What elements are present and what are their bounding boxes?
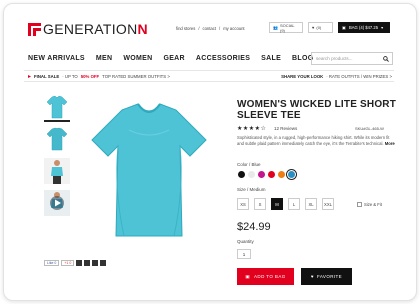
quantity-label: Quantity xyxy=(237,239,254,244)
page-frame: GENERATIONN find stores / contact / my a… xyxy=(3,3,417,301)
quantity-input[interactable]: 1 xyxy=(237,249,251,259)
color-swatches xyxy=(238,171,295,178)
nav-item-women[interactable]: WOMEN xyxy=(123,55,152,62)
size-l[interactable]: L xyxy=(288,198,300,210)
size-xs[interactable]: XS xyxy=(237,198,249,210)
sale-promo-link[interactable]: ▸ FINAL SALE · UP TO 50% OFF TOP RATED S… xyxy=(28,73,170,80)
size-xxl[interactable]: XXL xyxy=(322,198,334,210)
utility-links: find stores / contact / my account xyxy=(176,26,245,31)
facebook-like-button[interactable]: Like 0 xyxy=(44,260,60,266)
main-nav: NEW ARRIVALS MEN WOMEN GEAR ACCESSORIES … xyxy=(28,55,313,62)
star-rating: ★★★★☆ xyxy=(237,126,267,132)
brand-name: GENERATIONN xyxy=(43,21,148,37)
play-arrow-icon: ▸ xyxy=(28,73,32,80)
thumbnail-back[interactable] xyxy=(44,126,70,154)
promo-strip: ▸ FINAL SALE · UP TO 50% OFF TOP RATED S… xyxy=(24,70,394,82)
add-to-bag-button[interactable]: ▣ ADD TO BAG xyxy=(237,268,294,285)
nav-item-accessories[interactable]: ACCESSORIES xyxy=(196,55,250,62)
size-fit-link[interactable]: Size & Fit xyxy=(357,202,382,207)
facebook-icon[interactable] xyxy=(84,260,91,266)
heart-icon: ♥ xyxy=(310,274,314,279)
more-link[interactable]: More xyxy=(385,141,395,146)
color-swatch-white[interactable] xyxy=(248,171,255,178)
color-swatch-blue[interactable] xyxy=(288,171,295,178)
my-account-link[interactable]: my account xyxy=(223,26,244,31)
twitter-icon[interactable] xyxy=(76,260,83,266)
product-price: $24.99 xyxy=(237,221,271,233)
product-description: Sophisticated style, in a rugged, high-p… xyxy=(237,135,395,146)
heart-icon: ♥ xyxy=(312,25,315,30)
people-icon: 👥 xyxy=(273,25,278,30)
search-icon[interactable] xyxy=(383,56,389,62)
nav-item-sale[interactable]: SALE xyxy=(261,55,281,62)
color-swatch-black[interactable] xyxy=(238,171,245,178)
size-options: XS S M L XL XXL xyxy=(237,198,334,210)
bag-icon: ▣ xyxy=(245,273,251,279)
thumbnail-front[interactable] xyxy=(44,94,70,122)
thumbnail-list xyxy=(44,94,72,222)
thumbnail-model[interactable] xyxy=(44,158,70,186)
size-xl[interactable]: XL xyxy=(305,198,317,210)
color-label: Color / Blue xyxy=(237,162,261,167)
bag-button[interactable]: ▣ BAG (4) $47.25 ▾ xyxy=(338,22,390,33)
color-swatch-orange[interactable] xyxy=(278,171,285,178)
size-fit-checkbox[interactable] xyxy=(357,202,362,207)
reviews-link[interactable]: 12 Reviews xyxy=(274,126,297,131)
size-s[interactable]: S xyxy=(254,198,266,210)
nav-item-gear[interactable]: GEAR xyxy=(163,55,184,62)
logo-mark-icon xyxy=(28,22,41,36)
contact-link[interactable]: contact xyxy=(203,26,217,31)
email-icon[interactable] xyxy=(100,260,107,266)
search-input[interactable]: search products... xyxy=(311,52,393,65)
find-stores-link[interactable]: find stores xyxy=(176,26,195,31)
share-look-link[interactable]: SHARE YOUR LOOK · RATE OUTFITS / WIN PRI… xyxy=(281,74,392,79)
size-label: Size / Medium xyxy=(237,187,266,192)
favorite-button[interactable]: ♥ FAVORITE xyxy=(301,268,352,285)
bag-icon: ▣ xyxy=(342,25,346,30)
social-share-bar: Like 0 +1 0 xyxy=(44,260,107,266)
color-swatch-red[interactable] xyxy=(268,171,275,178)
favorites-header-button[interactable]: ♥ (0) xyxy=(308,22,333,33)
social-button[interactable]: 👥 SOCIAL (9) xyxy=(269,22,303,33)
product-main-image[interactable] xyxy=(84,100,214,240)
color-swatch-magenta[interactable] xyxy=(258,171,265,178)
size-m[interactable]: M xyxy=(271,198,283,210)
brand-logo[interactable]: GENERATIONN xyxy=(28,21,148,37)
pinterest-icon[interactable] xyxy=(92,260,99,266)
thumbnail-video[interactable] xyxy=(44,190,70,218)
chevron-down-icon: ▾ xyxy=(381,25,384,30)
nav-item-men[interactable]: MEN xyxy=(96,55,112,62)
sku-label: SKU#GL-465-W xyxy=(355,126,384,131)
product-title: WOMEN'S WICKED LITE SHORT SLEEVE TEE xyxy=(237,99,397,121)
nav-item-new-arrivals[interactable]: NEW ARRIVALS xyxy=(28,55,85,62)
google-plus-button[interactable]: +1 0 xyxy=(61,260,75,266)
